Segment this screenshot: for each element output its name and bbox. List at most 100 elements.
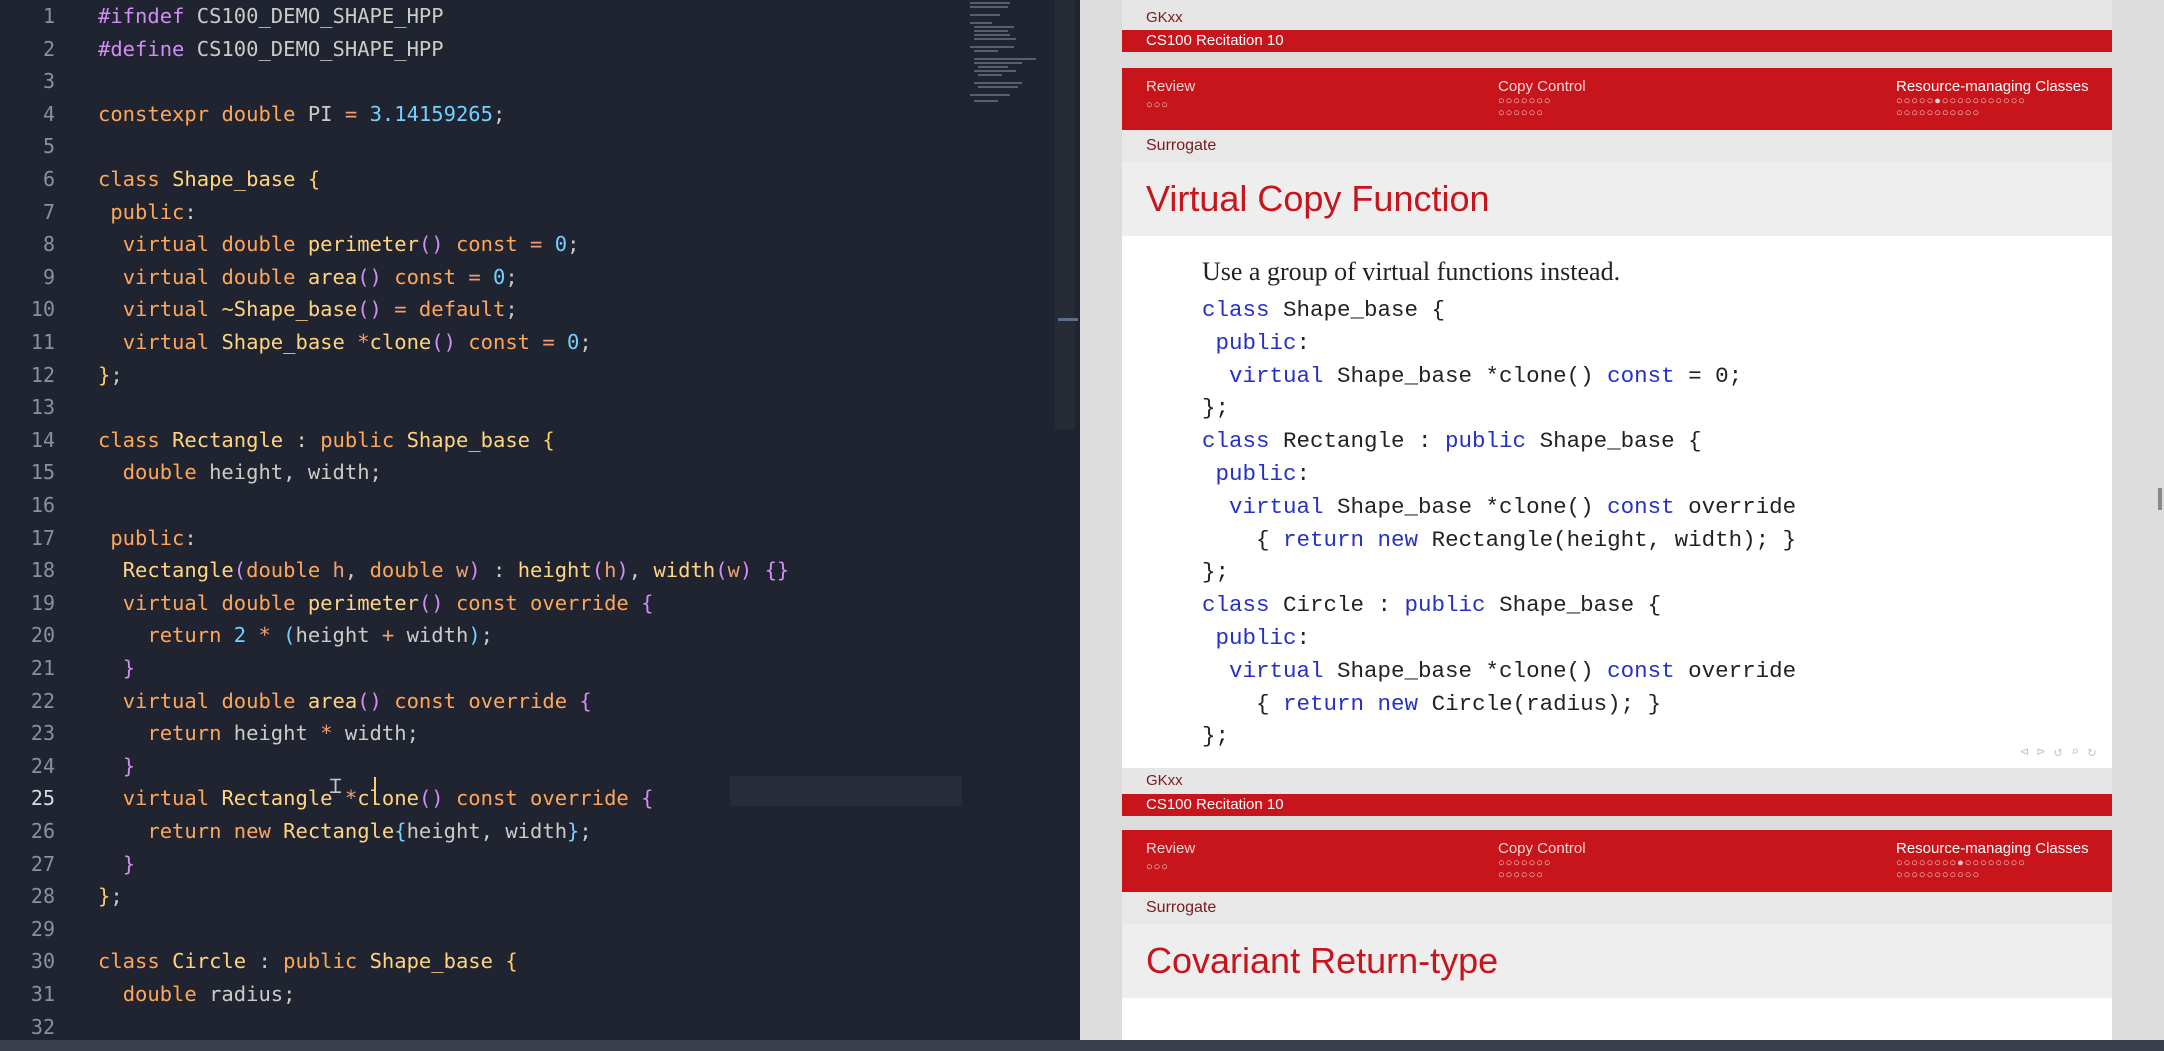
code-text[interactable]: virtual double perimeter() const = 0; bbox=[98, 228, 580, 260]
beamer-nav-symbols-icon[interactable]: ⊲ ⊳ ↺ ⌕ ↻ bbox=[2020, 744, 2096, 760]
code-text[interactable]: virtual double perimeter() const overrid… bbox=[98, 587, 654, 619]
line-number: 5 bbox=[42, 134, 55, 159]
code-text[interactable]: return height * width; bbox=[98, 717, 419, 749]
frame-title: Virtual Copy Function bbox=[1122, 162, 2112, 236]
code-line[interactable]: 24 } bbox=[0, 750, 1000, 782]
code-text[interactable]: return new Rectangle{height, width}; bbox=[98, 815, 591, 847]
status-bar bbox=[0, 1040, 2164, 1051]
code-text[interactable]: class Circle : public Shape_base { bbox=[98, 945, 518, 977]
code-line[interactable]: 26 return new Rectangle{height, width}; bbox=[0, 815, 1000, 847]
line-number: 1 bbox=[42, 4, 55, 28]
line-number: 27 bbox=[30, 851, 55, 876]
code-line[interactable]: 8 virtual double perimeter() const = 0; bbox=[0, 228, 1000, 260]
code-line[interactable]: 2 #define CS100_DEMO_SHAPE_HPP bbox=[0, 33, 1000, 65]
code-line[interactable]: 9 virtual double area() const = 0; bbox=[0, 261, 1000, 293]
nav-section-review[interactable]: Review ○○○ bbox=[1146, 840, 1195, 874]
code-editor[interactable]: 1 #ifndef CS100_DEMO_SHAPE_HPP 2 #define CS… bbox=[0, 0, 1078, 1040]
slide-code-line: { return new Rectangle(height, width); } bbox=[1202, 526, 1797, 553]
code-text[interactable]: class Rectangle : public Shape_base { bbox=[98, 424, 555, 456]
code-text[interactable]: } bbox=[98, 652, 135, 684]
slide-code-line: { return new Circle(radius); } bbox=[1202, 690, 1662, 717]
code-line[interactable]: 7 public: bbox=[0, 196, 1000, 228]
slide-code-listing: class Shape_base { public: virtual Shape… bbox=[1202, 294, 2112, 753]
code-line[interactable]: 30 class Circle : public Shape_base { bbox=[0, 945, 1000, 977]
code-text[interactable]: constexpr double PI = 3.14159265; bbox=[98, 98, 505, 130]
code-line[interactable]: 32 bbox=[0, 1011, 1000, 1040]
code-line[interactable]: 23 return height * width; bbox=[0, 717, 1000, 749]
code-line[interactable]: 14 class Rectangle : public Shape_base { bbox=[0, 424, 1000, 456]
footer-author: GKxx bbox=[1122, 0, 2112, 30]
code-text[interactable]: }; bbox=[98, 880, 123, 912]
code-line[interactable]: 28}; bbox=[0, 880, 1000, 912]
slide-code-line: }; bbox=[1202, 559, 1230, 586]
slide-code-line: class Rectangle : public Shape_base { bbox=[1202, 428, 1702, 455]
slide-code-line: virtual Shape_base *clone() const overri… bbox=[1229, 493, 1797, 520]
code-line[interactable]: 17 public: bbox=[0, 522, 1000, 554]
code-text[interactable]: virtual double area() const = 0; bbox=[98, 261, 518, 293]
code-line[interactable]: 25 virtual Rectangle *clone() const over… bbox=[0, 782, 1000, 814]
code-line[interactable]: 10 virtual ~Shape_base() = default; bbox=[0, 293, 1000, 325]
footer-course: CS100 Recitation 10 bbox=[1122, 794, 2112, 816]
code-line[interactable]: 22 virtual double area() const override … bbox=[0, 685, 1000, 717]
nav-section-resource-managing[interactable]: Resource-managing Classes ○○○○○●○○○○○○○○… bbox=[1896, 78, 2089, 119]
line-number: 14 bbox=[30, 427, 55, 452]
code-line[interactable]: 3 bbox=[0, 65, 1000, 97]
line-number: 11 bbox=[30, 330, 55, 354]
line-number: 30 bbox=[30, 949, 55, 974]
nav-section-copy-control[interactable]: Copy Control ○○○○○○○ ○○○○○○ bbox=[1498, 840, 1586, 881]
code-line[interactable]: 18 Rectangle(double h, double w) : heigh… bbox=[0, 554, 1000, 586]
minimap[interactable] bbox=[970, 0, 1052, 110]
code-line[interactable]: 6 class Shape_base { bbox=[0, 163, 1000, 195]
code-line[interactable]: 12}; bbox=[0, 359, 1000, 391]
code-line[interactable]: 27 } bbox=[0, 848, 1000, 880]
line-number: 13 bbox=[30, 395, 55, 420]
code-text[interactable]: virtual double area() const override { bbox=[98, 685, 592, 717]
nav-section-copy-control[interactable]: Copy Control ○○○○○○○ ○○○○○○ bbox=[1498, 78, 1586, 119]
subsection-title: Surrogate bbox=[1122, 130, 2112, 162]
code-text[interactable]: public: bbox=[98, 522, 196, 554]
nav-section-review[interactable]: Review ○○○ bbox=[1146, 78, 1195, 112]
slide-code-line: public: bbox=[1215, 624, 1311, 651]
code-text[interactable]: class Shape_base { bbox=[98, 163, 320, 195]
code-text[interactable]: return 2 * (height + width); bbox=[98, 619, 493, 651]
code-line[interactable]: 13 bbox=[0, 391, 1000, 423]
code-text[interactable]: double radius; bbox=[98, 978, 296, 1010]
code-text[interactable]: } bbox=[98, 750, 135, 782]
line-number: 20 bbox=[30, 623, 55, 648]
code-line[interactable]: 16 bbox=[0, 489, 1000, 521]
viewer-scrollbar[interactable] bbox=[2158, 488, 2162, 510]
code-line[interactable]: 15 double height, width; bbox=[0, 456, 1000, 488]
code-text[interactable]: Rectangle(double h, double w) : height(h… bbox=[98, 554, 790, 586]
pdf-viewer[interactable]: GKxx CS100 Recitation 10 Review ○○○ Copy… bbox=[1080, 0, 2164, 1040]
code-text[interactable]: double height, width; bbox=[98, 456, 382, 488]
code-line[interactable]: 21 } bbox=[0, 652, 1000, 684]
ibeam-cursor-icon: Ɪ bbox=[330, 774, 342, 798]
code-text[interactable]: public: bbox=[98, 196, 196, 228]
code-line[interactable]: 4 constexpr double PI = 3.14159265; bbox=[0, 98, 1000, 130]
slide-code-line: virtual Shape_base *clone() const overri… bbox=[1229, 657, 1797, 684]
code-text[interactable]: #define CS100_DEMO_SHAPE_HPP bbox=[98, 33, 444, 65]
line-number: 26 bbox=[30, 819, 55, 843]
slide-body: Use a group of virtual functions instead… bbox=[1122, 236, 2112, 753]
code-text[interactable]: virtual ~Shape_base() = default; bbox=[98, 293, 518, 325]
editor-scrollbar[interactable] bbox=[1055, 0, 1075, 430]
code-line[interactable]: 5 bbox=[0, 130, 1000, 162]
code-text[interactable]: } bbox=[98, 848, 135, 880]
line-number: 9 bbox=[42, 264, 55, 289]
subsection-title: Surrogate bbox=[1122, 892, 2112, 924]
code-line[interactable]: 11 virtual Shape_base *clone() const = 0… bbox=[0, 326, 1000, 358]
line-number: 29 bbox=[30, 916, 55, 941]
code-line[interactable]: 29 bbox=[0, 913, 1000, 945]
code-line[interactable]: 19 virtual double perimeter() const over… bbox=[0, 587, 1000, 619]
code-text[interactable]: }; bbox=[98, 359, 123, 391]
code-line[interactable]: 1 #ifndef CS100_DEMO_SHAPE_HPP bbox=[0, 0, 1000, 32]
line-number: 28 bbox=[30, 884, 55, 909]
line-number: 18 bbox=[30, 558, 55, 583]
nav-section-resource-managing[interactable]: Resource-managing Classes ○○○○○○○○●○○○○○… bbox=[1896, 840, 2089, 881]
code-line[interactable]: 31 double radius; bbox=[0, 978, 1000, 1010]
code-text[interactable]: #ifndef CS100_DEMO_SHAPE_HPP bbox=[98, 0, 444, 32]
code-line[interactable]: 20 return 2 * (height + width); bbox=[0, 619, 1000, 651]
code-text[interactable]: virtual Shape_base *clone() const = 0; bbox=[98, 326, 592, 358]
line-number: 17 bbox=[30, 525, 55, 550]
slide-code-line: }; bbox=[1202, 395, 1230, 422]
